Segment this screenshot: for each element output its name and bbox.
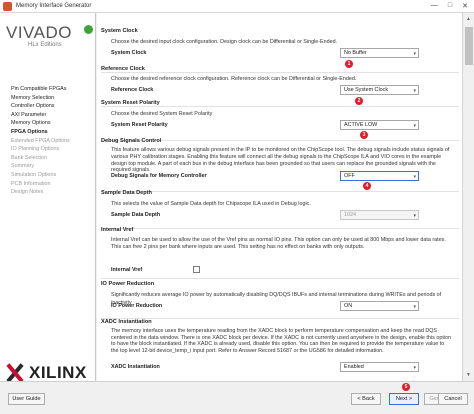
nav-item-io-planning-options: IO Planning Options xyxy=(11,146,60,153)
nav-item-summary: Summary xyxy=(11,163,35,170)
nav-item-controller-options[interactable]: Controller Options xyxy=(11,102,70,111)
annotation-badge: 1 xyxy=(345,60,353,68)
scrollbar-thumb[interactable] xyxy=(465,27,473,65)
nav-item-design-notes: Design Notes xyxy=(11,189,44,196)
chevron-down-icon: ▾ xyxy=(413,304,416,310)
wizard-footer: User Guide < Back Next > Generate Cancel… xyxy=(0,381,474,414)
section-heading: Sample Data Depth xyxy=(101,190,152,196)
section-divider xyxy=(101,191,459,192)
chevron-down-icon: ▾ xyxy=(413,123,416,129)
annotation-badge: 2 xyxy=(355,97,363,105)
sample-data-depth-dropdown[interactable]: 1024 ▾ xyxy=(340,210,419,220)
back-button[interactable]: < Back xyxy=(351,393,381,405)
nav-item-fpga-options[interactable]: FPGA Options xyxy=(11,128,70,137)
system-reset-label: System Reset Polarity xyxy=(111,122,168,128)
app-icon xyxy=(3,1,12,11)
nav-item-memory-options[interactable]: Memory Options xyxy=(11,119,70,128)
section-heading: Debug Signals Control xyxy=(101,138,162,144)
section-heading: XADC Instantiation xyxy=(101,319,152,325)
close-icon[interactable]: ✕ xyxy=(462,2,468,10)
user-guide-button[interactable]: User Guide xyxy=(8,393,45,405)
io-power-reduction-dropdown[interactable]: ON ▾ xyxy=(340,301,419,311)
vertical-scrollbar[interactable]: ▲ ▼ xyxy=(462,13,474,381)
next-button[interactable]: Next > xyxy=(389,393,419,405)
section-description: Choose the desired System Reset Polarity xyxy=(111,111,213,117)
section-description: The memory interface uses the temperatur… xyxy=(111,328,452,354)
section-heading: Reference Clock xyxy=(101,66,145,72)
internal-vref-label: Internal Vref xyxy=(111,267,143,273)
left-panel: VIVADO HLx Editions Pin Compatible FPGAs… xyxy=(0,13,96,414)
nav-item-memory-selection[interactable]: Memory Selection xyxy=(11,94,70,103)
nav-item-pcb-information: PCB Information xyxy=(11,180,51,187)
reference-clock-dropdown[interactable]: Use System Clock ▾ xyxy=(340,85,419,95)
vivado-logo: VIVADO HLx Editions xyxy=(6,23,93,48)
scroll-down-icon[interactable]: ▼ xyxy=(466,372,471,378)
options-panel: System Clock Choose the desired input cl… xyxy=(97,13,462,381)
nav-item-simulation-options: Simulation Options xyxy=(11,171,57,178)
xadc-instantiation-label: XADC Instantiation xyxy=(111,364,160,370)
section-heading: IO Power Reduction xyxy=(101,281,155,287)
section-divider xyxy=(101,72,459,73)
vivado-leaf-icon xyxy=(84,25,93,34)
section-description: Choose the desired reference clock confi… xyxy=(111,76,357,82)
nav-item-axi-parameter[interactable]: AXI Parameter xyxy=(11,111,70,120)
section-divider xyxy=(101,318,459,319)
system-clock-label: System Clock xyxy=(111,50,147,56)
section-divider xyxy=(101,228,459,229)
window-controls: — □ ✕ xyxy=(431,2,468,10)
window-title: Memory Interface Generator xyxy=(16,3,92,9)
annotation-badge: 5 xyxy=(402,383,410,391)
debug-signals-dropdown[interactable]: OFF ▾ xyxy=(340,171,419,181)
xilinx-wordmark: XILINX xyxy=(29,363,87,382)
chevron-down-icon: ▾ xyxy=(413,51,416,57)
internal-vref-checkbox[interactable] xyxy=(193,266,200,273)
nav-item-pin-compatible[interactable]: Pin Compatible FPGAs xyxy=(11,85,70,94)
vivado-wordmark: VIVADO xyxy=(6,23,72,42)
annotation-badge: 3 xyxy=(360,131,368,139)
chevron-down-icon: ▾ xyxy=(413,88,416,94)
sample-data-depth-label: Sample Data Depth xyxy=(111,212,161,218)
chevron-down-icon: ▾ xyxy=(413,174,416,180)
section-heading: System Clock xyxy=(101,28,138,34)
minimize-icon[interactable]: — xyxy=(431,2,438,10)
nav-item-extended-fpga-options: Extended FPGA Options xyxy=(11,137,70,144)
chevron-down-icon: ▾ xyxy=(413,365,416,371)
debug-signals-label: Debug Signals for Memory Controller xyxy=(111,173,207,179)
section-description: Internal Vref can be used to allow the u… xyxy=(111,237,446,251)
section-heading: System Reset Polarity xyxy=(101,100,160,106)
nav-item-bank-selection: Bank Selection xyxy=(11,154,47,161)
xadc-instantiation-dropdown[interactable]: Enabled ▾ xyxy=(340,362,419,372)
wizard-nav: Pin Compatible FPGAs Memory Selection Co… xyxy=(11,85,70,197)
system-clock-dropdown[interactable]: No Buffer ▾ xyxy=(340,48,419,58)
xilinx-x-icon xyxy=(4,363,26,383)
section-divider xyxy=(101,278,459,279)
xilinx-logo: XILINX xyxy=(4,363,87,383)
section-description: Choose the desired input clock configura… xyxy=(111,39,338,45)
reference-clock-label: Reference Clock xyxy=(111,87,154,93)
section-heading: Internal Vref xyxy=(101,227,134,233)
system-reset-dropdown[interactable]: ACTIVE LOW ▾ xyxy=(340,120,419,130)
chevron-down-icon: ▾ xyxy=(413,213,416,219)
io-power-reduction-label: IO Power Reduction xyxy=(111,303,163,309)
annotation-badge: 4 xyxy=(363,182,371,190)
cancel-button[interactable]: Cancel xyxy=(438,393,468,405)
section-description: This selects the value of Sample Data de… xyxy=(111,201,311,207)
maximize-icon[interactable]: □ xyxy=(448,2,452,10)
scroll-up-icon[interactable]: ▲ xyxy=(466,16,471,22)
section-divider xyxy=(101,106,459,107)
window-titlebar: Memory Interface Generator — □ ✕ xyxy=(0,0,474,13)
